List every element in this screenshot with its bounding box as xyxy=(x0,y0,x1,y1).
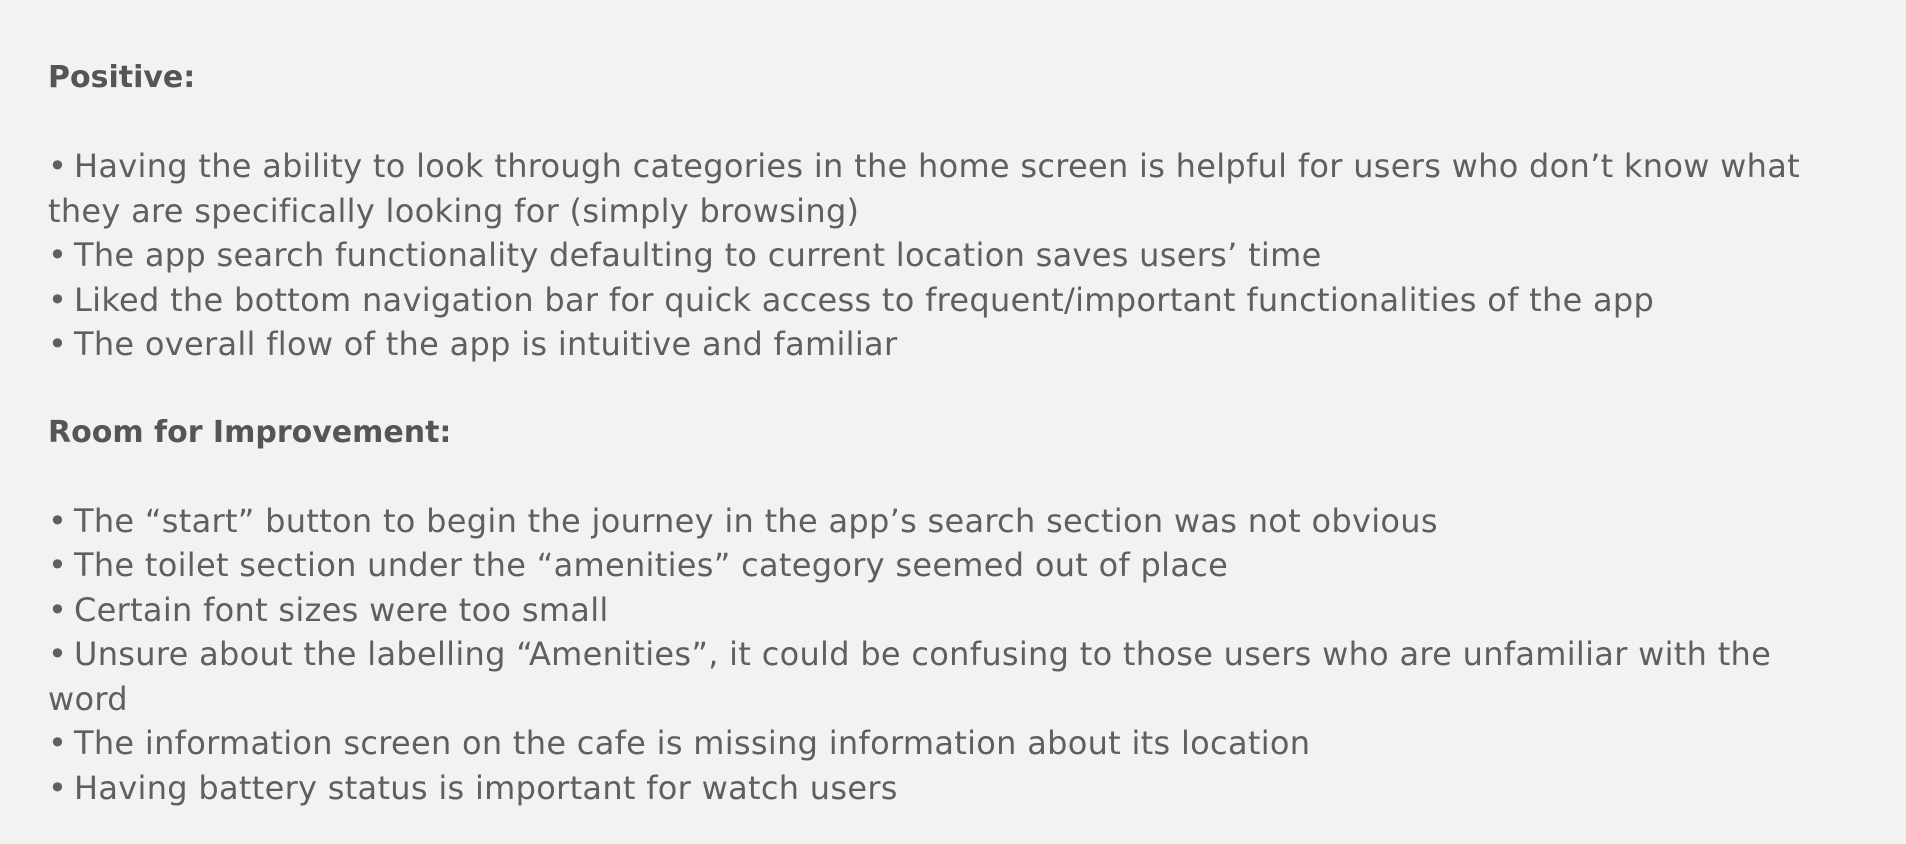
list-item: • Having the ability to look through cate… xyxy=(48,144,1858,233)
list-item-text: The “start” button to begin the journey … xyxy=(74,501,1438,540)
list-item-text: Unsure about the labelling “Amenities”, … xyxy=(48,635,1772,718)
list-item: • The “start” button to begin the journey… xyxy=(48,499,1858,544)
list-item-text: The toilet section under the “amenities”… xyxy=(74,546,1229,584)
positive-heading: Positive: xyxy=(48,60,196,95)
list-item: • Having battery status is important for … xyxy=(48,766,1858,811)
bullet-icon: • xyxy=(48,635,68,673)
bullet-icon: • xyxy=(48,325,68,363)
bullet-icon: • xyxy=(48,501,68,540)
improvement-heading: Room for Improvement: xyxy=(48,414,452,450)
list-item: • The toilet section under the “amenities… xyxy=(48,543,1858,588)
list-item: • The information screen on the cafe is m… xyxy=(48,721,1858,766)
list-item-text: Liked the bottom navigation bar for quic… xyxy=(74,280,1655,319)
list-item: • The overall flow of the app is intuitiv… xyxy=(48,322,1858,367)
list-item-text: The information screen on the cafe is mi… xyxy=(74,724,1311,762)
positive-section: Positive: • Having the ability to look th… xyxy=(48,56,1858,367)
feedback-page: Positive: • Having the ability to look th… xyxy=(0,0,1906,844)
improvement-list: • The “start” button to begin the journey… xyxy=(48,499,1858,811)
list-item: • Liked the bottom navigation bar for qui… xyxy=(48,278,1858,323)
bullet-icon: • xyxy=(48,280,68,319)
list-item-text: Having battery status is important for w… xyxy=(74,768,898,807)
bullet-icon: • xyxy=(48,590,68,629)
list-item-text: The overall flow of the app is intuitive… xyxy=(74,325,898,363)
list-item: • Certain font sizes were too small xyxy=(48,588,1858,633)
bullet-icon: • xyxy=(48,724,68,762)
list-item-text: Having the ability to look through categ… xyxy=(48,147,1800,230)
improvement-section: Room for Improvement: • The “start” butto… xyxy=(48,411,1858,811)
list-item-text: The app search functionality defaulting … xyxy=(74,236,1322,274)
bullet-icon: • xyxy=(48,768,68,807)
bullet-icon: • xyxy=(48,546,68,584)
list-item-text: Certain font sizes were too small xyxy=(74,590,609,629)
list-item: • Unsure about the labelling “Amenities”,… xyxy=(48,632,1858,721)
positive-list: • Having the ability to look through cate… xyxy=(48,144,1858,367)
list-item: • The app search functionality defaulting… xyxy=(48,233,1858,278)
bullet-icon: • xyxy=(48,147,68,185)
bullet-icon: • xyxy=(48,236,68,274)
